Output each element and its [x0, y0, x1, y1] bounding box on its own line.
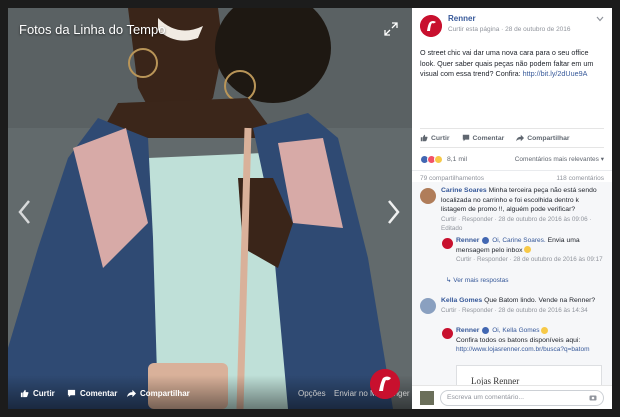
like-label: Curtir	[431, 134, 450, 142]
comment-composer: Escreva um comentário...	[412, 385, 612, 409]
comment-bubble-icon	[462, 134, 469, 142]
wow-reaction-icon	[434, 154, 443, 164]
post-header: Renner Curtir esta página · 28 de outubr…	[412, 8, 612, 48]
thumbs-up-icon	[420, 134, 428, 142]
reply-link[interactable]: http://www.lojasrenner.com.br/busca?q=ba…	[456, 345, 604, 355]
reply-text: Confira todos os batons disponíveis aqui…	[456, 336, 581, 344]
shares-count[interactable]: 79 compartilhamentos	[420, 175, 484, 182]
previous-photo-arrow-icon[interactable]	[16, 198, 34, 226]
sort-label: Comentários mais relevantes	[514, 156, 599, 163]
more-replies-link[interactable]: ↳ Ver mais respostas	[446, 276, 509, 286]
commenter-name[interactable]: Kella Gomes	[441, 297, 482, 304]
viewer-options-link[interactable]: Opções	[298, 389, 326, 398]
reply-item: Renner Oi, Carine Soares. Envia uma mens…	[456, 236, 604, 265]
page-name-link[interactable]: Renner	[448, 14, 606, 23]
comments-count[interactable]: 118 comentários	[556, 175, 604, 182]
camera-icon[interactable]	[589, 394, 597, 401]
reactions-count: 8,1 mil	[447, 155, 468, 163]
commenter-name[interactable]: Carine Soares	[441, 187, 487, 194]
renner-reply-avatar[interactable]	[442, 328, 453, 339]
reply-author-name[interactable]: Renner	[456, 237, 479, 244]
like-page-link[interactable]: Curtir esta página	[448, 26, 499, 33]
comment-item: Carine Soares Minha terceira peça não es…	[441, 186, 605, 234]
thumbs-up-icon	[20, 389, 29, 398]
photo-theater: Fotos da Linha do Tempo Curtir Comentar …	[0, 0, 620, 417]
photo-viewer[interactable]: Fotos da Linha do Tempo Curtir Comentar …	[8, 8, 412, 409]
viewer-title: Fotos da Linha do Tempo	[19, 22, 166, 37]
reply-mention[interactable]: Oi, Carine Soares.	[492, 237, 545, 244]
share-arrow-icon	[127, 389, 136, 398]
post-details-panel: Renner Curtir esta página · 28 de outubr…	[412, 8, 612, 409]
comment-item: Kella Gomes Que Batom lindo. Vende na Re…	[441, 296, 605, 315]
comment-input[interactable]: Escreva um comentário...	[440, 390, 604, 406]
post-body: O street chic vai dar uma nova cara para…	[412, 48, 612, 128]
reply-mention[interactable]: Oi, Kella Gomes	[492, 327, 539, 334]
viewer-like-label: Curtir	[33, 389, 55, 398]
renner-page-avatar[interactable]	[420, 15, 442, 37]
viewer-share-button[interactable]: Compartilhar	[127, 389, 190, 398]
post-date[interactable]: 28 de outubro de 2016	[505, 26, 570, 33]
current-user-avatar	[420, 391, 434, 405]
viewer-like-button[interactable]: Curtir	[20, 389, 55, 398]
commenter-avatar[interactable]	[420, 298, 436, 314]
renner-reply-avatar[interactable]	[442, 238, 453, 249]
share-button[interactable]: Compartilhar	[516, 134, 570, 142]
commenter-avatar[interactable]	[420, 188, 436, 204]
reply-item: Renner Oi, Kella Gomes Confira todos os …	[456, 326, 604, 355]
verified-badge-icon	[482, 236, 490, 244]
reaction-icons[interactable]: 8,1 mil	[420, 154, 468, 164]
comment-placeholder: Escreva um comentário...	[447, 394, 525, 401]
comment-bubble-icon	[67, 389, 76, 398]
verified-badge-icon	[482, 326, 490, 334]
comment-text: Que Batom lindo. Vende na Renner?	[484, 297, 596, 304]
post-link[interactable]: http://bit.ly/2dUue9A	[523, 69, 588, 78]
like-button[interactable]: Curtir	[420, 134, 450, 142]
comment-meta[interactable]: Curtir · Responder · 28 de outubro de 20…	[441, 306, 605, 316]
smile-emoji-icon	[541, 326, 549, 334]
viewer-comment-button[interactable]: Comentar	[67, 389, 117, 398]
reply-meta[interactable]: Curtir · Responder · 28 de outubro de 20…	[456, 255, 604, 265]
viewer-share-label: Compartilhar	[140, 389, 190, 398]
viewer-comment-label: Comentar	[80, 389, 118, 398]
comments-list: Carine Soares Minha terceira peça não es…	[412, 182, 612, 409]
more-replies-label: Ver mais respostas	[453, 277, 509, 284]
comment-label: Comentar	[472, 134, 505, 142]
expand-icon[interactable]	[384, 22, 398, 36]
reactions-row: 8,1 mil Comentários mais relevantes ▾	[420, 148, 604, 170]
comment-sort-dropdown[interactable]: Comentários mais relevantes ▾	[515, 155, 604, 163]
reply-author-name[interactable]: Renner	[456, 327, 479, 334]
post-actions: Curtir Comentar Compartilhar	[420, 128, 604, 148]
post-meta: Curtir esta página · 28 de outubro de 20…	[448, 26, 606, 33]
comment-meta[interactable]: Curtir · Responder · 28 de outubro de 20…	[441, 215, 605, 234]
share-arrow-icon	[516, 134, 525, 142]
photo	[8, 8, 412, 409]
caret-down-icon: ▾	[600, 156, 604, 163]
next-photo-arrow-icon[interactable]	[384, 198, 402, 226]
chevron-down-icon[interactable]	[596, 16, 604, 22]
share-label: Compartilhar	[527, 134, 570, 142]
comment-button[interactable]: Comentar	[462, 134, 505, 142]
renner-watermark-logo	[370, 369, 400, 399]
smile-emoji-icon	[524, 246, 532, 254]
